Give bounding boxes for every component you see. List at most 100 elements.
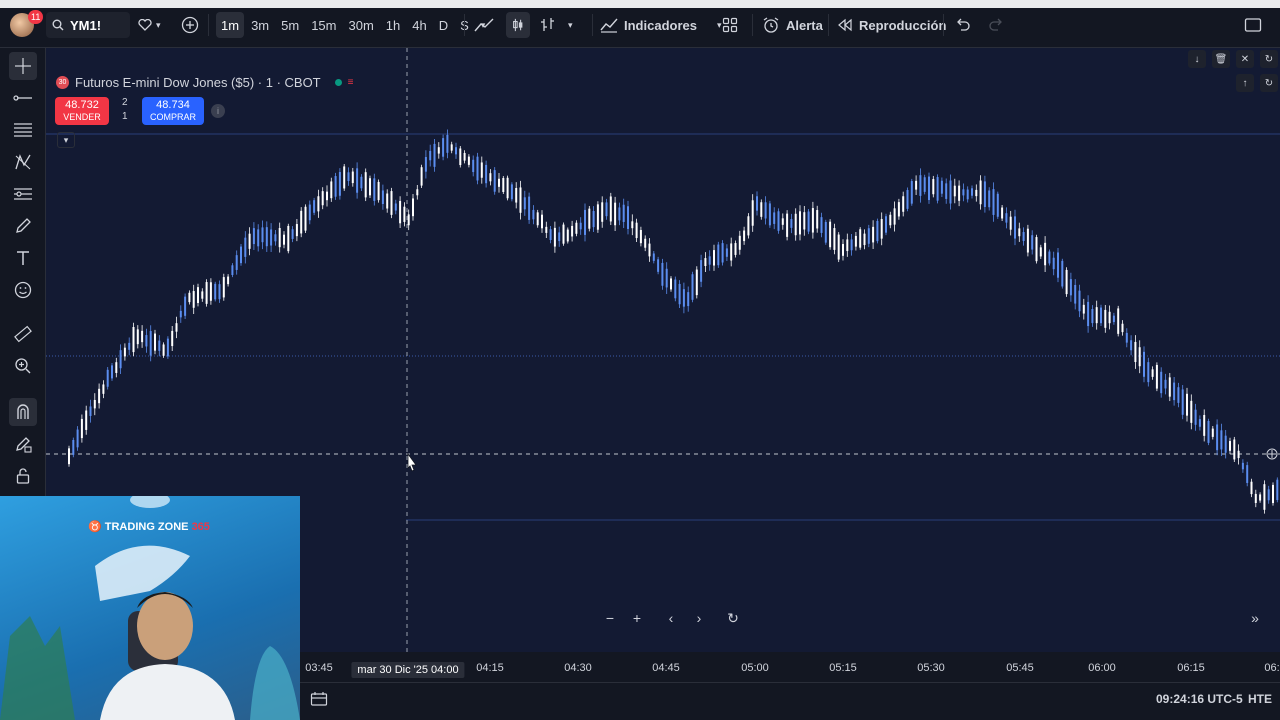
candle-body	[730, 243, 733, 261]
candle-body	[867, 228, 870, 244]
candle-body	[1121, 323, 1124, 333]
replay-button[interactable]: Reproducción	[837, 12, 946, 38]
info-icon[interactable]: i	[211, 104, 225, 118]
candle-body	[1130, 340, 1133, 351]
candle-body	[240, 246, 242, 264]
candle-body	[558, 232, 561, 242]
brush-tool[interactable]	[9, 212, 37, 240]
crosshair-tool[interactable]	[9, 52, 37, 80]
candle-body	[498, 178, 500, 187]
candle-body	[386, 193, 389, 209]
buy-button[interactable]: 48.734 COMPRAR	[142, 97, 204, 125]
candle-body	[768, 203, 771, 226]
zoom-tool[interactable]	[9, 352, 37, 380]
timeframe-5m[interactable]: 5m	[276, 12, 304, 38]
candle-body	[209, 282, 212, 301]
candle-body	[1229, 441, 1231, 451]
redo-button[interactable]	[988, 12, 1004, 38]
compare-dropdown[interactable]: ▾	[138, 12, 161, 38]
candle-body	[536, 212, 539, 226]
lock-drawing-tool[interactable]	[9, 430, 37, 458]
timeframe-4h[interactable]: 4h	[407, 12, 431, 38]
forecast-tool[interactable]	[9, 180, 37, 208]
divider	[464, 14, 465, 36]
candle-body	[872, 226, 875, 243]
candle-body	[670, 278, 672, 290]
bottom-bar: 09:24:16 UTC-5 HTE	[300, 682, 1280, 720]
clock-label[interactable]: 09:24:16 UTC-5	[1156, 692, 1243, 706]
undo-button[interactable]	[955, 12, 971, 38]
trash-icon[interactable]: 🗑	[1212, 50, 1230, 68]
arrow-down-icon[interactable]: ↓	[1188, 50, 1206, 68]
alert-button[interactable]: Alerta	[762, 12, 823, 38]
timeframe-3m[interactable]: 3m	[246, 12, 274, 38]
layouts-button[interactable]	[722, 12, 738, 38]
candle-body	[252, 228, 255, 245]
candle-body	[1211, 428, 1214, 437]
candle-body	[1241, 462, 1244, 470]
candle-body	[291, 229, 294, 239]
candle-body	[811, 208, 814, 233]
fib-tool[interactable]	[9, 116, 37, 144]
session-label[interactable]: HTE	[1248, 692, 1272, 706]
measure-tool[interactable]	[9, 320, 37, 348]
trend-line-tool[interactable]	[9, 84, 37, 112]
candle-body	[123, 347, 126, 357]
candle-body	[1100, 307, 1102, 324]
collapse-legend-button[interactable]: ▾	[57, 132, 75, 148]
date-range-button[interactable]	[310, 691, 328, 710]
candle-body	[1272, 484, 1274, 504]
bar-chart-type-button[interactable]	[506, 12, 530, 38]
candle-body	[381, 190, 384, 204]
candle-body	[880, 219, 883, 239]
time-axis[interactable]: 03:45 mar 30 Dic '25 04:00 04:15 04:30 0…	[300, 652, 1280, 682]
zoom-out-button[interactable]: −	[599, 608, 621, 628]
candle-body	[261, 227, 264, 243]
candle-body	[270, 229, 273, 246]
indicators-button[interactable]: Indicadores ▾	[600, 12, 722, 38]
candle-body	[1052, 257, 1055, 270]
sell-button[interactable]: 48.732 VENDER	[55, 97, 109, 125]
candle-body	[725, 248, 728, 257]
text-tool[interactable]	[9, 244, 37, 272]
timeframe-30m[interactable]: 30m	[343, 12, 378, 38]
zoom-in-button[interactable]: +	[626, 608, 648, 628]
candle-body	[166, 338, 169, 357]
timeframe-1m[interactable]: 1m	[216, 12, 245, 38]
line-chart-button[interactable]	[474, 12, 494, 38]
symbol-search[interactable]: YM1!	[46, 12, 130, 38]
divider	[592, 14, 593, 36]
chart-style-dropdown[interactable]: ▾	[540, 12, 573, 38]
buy-label: COMPRAR	[149, 112, 196, 122]
scroll-left-button[interactable]: ‹	[660, 608, 682, 628]
candle-body	[1061, 260, 1064, 287]
candle-body	[721, 243, 724, 263]
plus-icon: +	[632, 610, 642, 626]
refresh-icon[interactable]: ↻	[1260, 50, 1278, 68]
candle-body	[1057, 252, 1059, 278]
candle-body	[751, 200, 754, 226]
add-symbol-button[interactable]	[181, 12, 199, 38]
lock-all-tool[interactable]	[9, 462, 37, 490]
emoji-tool[interactable]	[9, 276, 37, 304]
magnet-tool[interactable]	[9, 398, 37, 426]
drawing-toolbar	[0, 48, 46, 496]
pattern-tool[interactable]	[9, 148, 37, 176]
scroll-right-button[interactable]: ›	[688, 608, 710, 628]
candle-body	[614, 202, 617, 226]
candle-body	[1168, 377, 1171, 397]
fullscreen-button[interactable]	[1244, 12, 1262, 38]
timeframe-d[interactable]: D	[434, 12, 453, 38]
menu-icon[interactable]: ≡	[348, 77, 354, 88]
reset-chart-button[interactable]: ↻	[722, 608, 744, 628]
scroll-to-realtime-button[interactable]: »	[1244, 608, 1266, 628]
chevron-right-icon: ›	[696, 610, 702, 626]
candle-body	[467, 156, 470, 165]
candle-body	[622, 204, 625, 222]
sync-icon[interactable]: ↻	[1260, 74, 1278, 92]
timeframe-1h[interactable]: 1h	[381, 12, 405, 38]
close-icon[interactable]: ✕	[1236, 50, 1254, 68]
timeframe-15m[interactable]: 15m	[306, 12, 341, 38]
arrow-up-icon[interactable]: ↑	[1236, 74, 1254, 92]
candle-body	[407, 214, 410, 226]
